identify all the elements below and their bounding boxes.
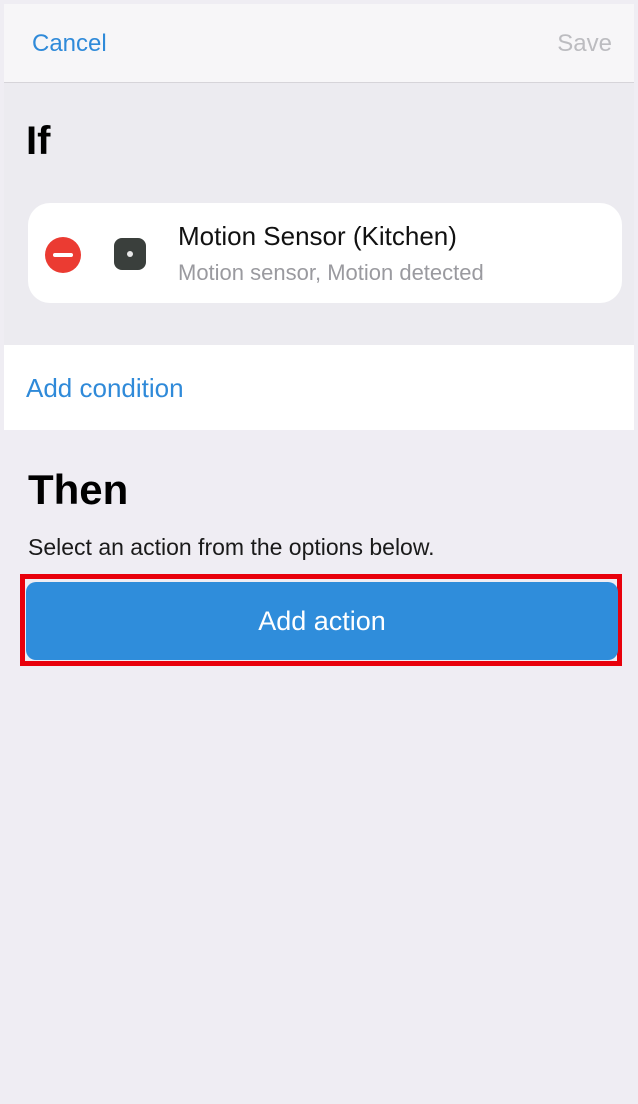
if-heading: If	[26, 119, 51, 163]
trigger-title: Motion Sensor (Kitchen)	[178, 221, 457, 251]
then-description: Select an action from the options below.	[28, 534, 435, 560]
if-section: If Motion Sensor (Kitchen) Motion sensor…	[4, 83, 634, 345]
remove-trigger-icon[interactable]	[45, 237, 81, 273]
add-condition-button[interactable]: Add condition	[4, 345, 634, 430]
navigation-bar: Cancel Save	[4, 4, 634, 83]
then-heading: Then	[28, 466, 129, 513]
automation-screen: Cancel Save If Motion Sensor (Kitchen) M…	[4, 4, 634, 1100]
add-condition-label: Add condition	[26, 373, 184, 403]
trigger-subtitle: Motion sensor, Motion detected	[178, 260, 484, 285]
save-button[interactable]: Save	[557, 30, 612, 58]
motion-sensor-icon	[114, 238, 146, 270]
cancel-button[interactable]: Cancel	[32, 30, 107, 58]
add-action-button[interactable]: Add action	[26, 582, 618, 660]
trigger-card[interactable]: Motion Sensor (Kitchen) Motion sensor, M…	[28, 203, 622, 303]
